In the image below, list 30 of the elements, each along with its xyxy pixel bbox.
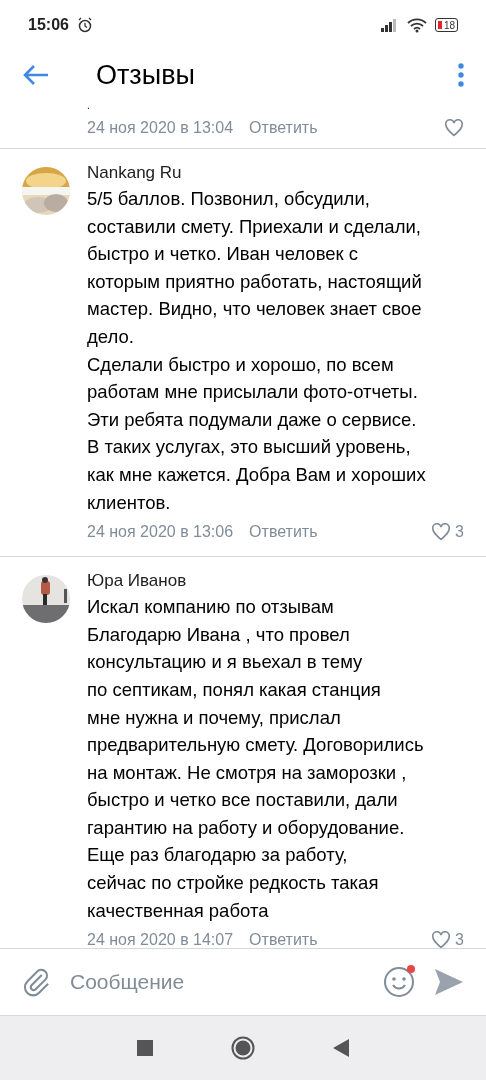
comment-date: 24 ноя 2020 в 13:04 (87, 119, 234, 137)
comment-date: 24 ноя 2020 в 13:06 (87, 523, 234, 542)
comment-text: . (87, 100, 91, 112)
comment-text: 5/5 баллов. Позвонил, обсудили, составили смету. Приехали и сделали, быстро и четко. Иван человек с которым приятно работать, настоящий мастер. Видно, что человек знает свое дело. Сделали быстро и хорошо, по всем работам мне присылали фото-отчеты. Эти ребята подумали даже о сервисе. В таких услугах, это высший уровень, как мне кажется. Добра Вам и хороших клиентов. (87, 187, 427, 515)
more-button[interactable] (458, 63, 464, 87)
reply-link[interactable]: Ответить (249, 931, 318, 948)
alarm-icon (76, 17, 93, 33)
back-button[interactable] (22, 63, 50, 87)
reply-link[interactable]: Ответить (249, 119, 318, 137)
attach-button[interactable] (22, 967, 50, 997)
emoji-button[interactable] (382, 965, 416, 999)
heart-icon (444, 119, 464, 137)
comment-author[interactable]: Nankang Ru (87, 161, 464, 185)
page-title: Отзывы (96, 59, 195, 91)
home-icon[interactable] (231, 1036, 255, 1060)
signal-icon (380, 18, 399, 32)
wifi-icon (406, 17, 427, 33)
like-button[interactable]: 3 (431, 931, 464, 948)
like-button[interactable] (444, 119, 464, 137)
like-button[interactable]: 3 (431, 523, 464, 542)
comment-author[interactable]: Юра Иванов (87, 569, 464, 594)
heart-icon (431, 523, 452, 542)
comment-date: 24 ноя 2020 в 14:07 (87, 931, 234, 948)
send-button[interactable] (434, 968, 464, 996)
status-time: 15:06 (28, 16, 69, 34)
back-nav-icon[interactable] (333, 1039, 349, 1057)
comment-text: Искал компанию по отзывам Благодарю Ивана , что провел консультацию и я вьехал в тему по септикам, понял какая станция мне нужна и почему, прислал предварительную смету. Договорились на монтаж. Не смотря на заморозки , быстро и четко все поставили, дали гарантию на работу и оборудование. Еще раз благодарю за работу, сейчас по стройке редкость такая качественная работа (87, 595, 425, 923)
battery-indicator: 18 (434, 18, 458, 32)
heart-icon (431, 931, 452, 948)
reply-link[interactable]: Ответить (249, 523, 318, 542)
